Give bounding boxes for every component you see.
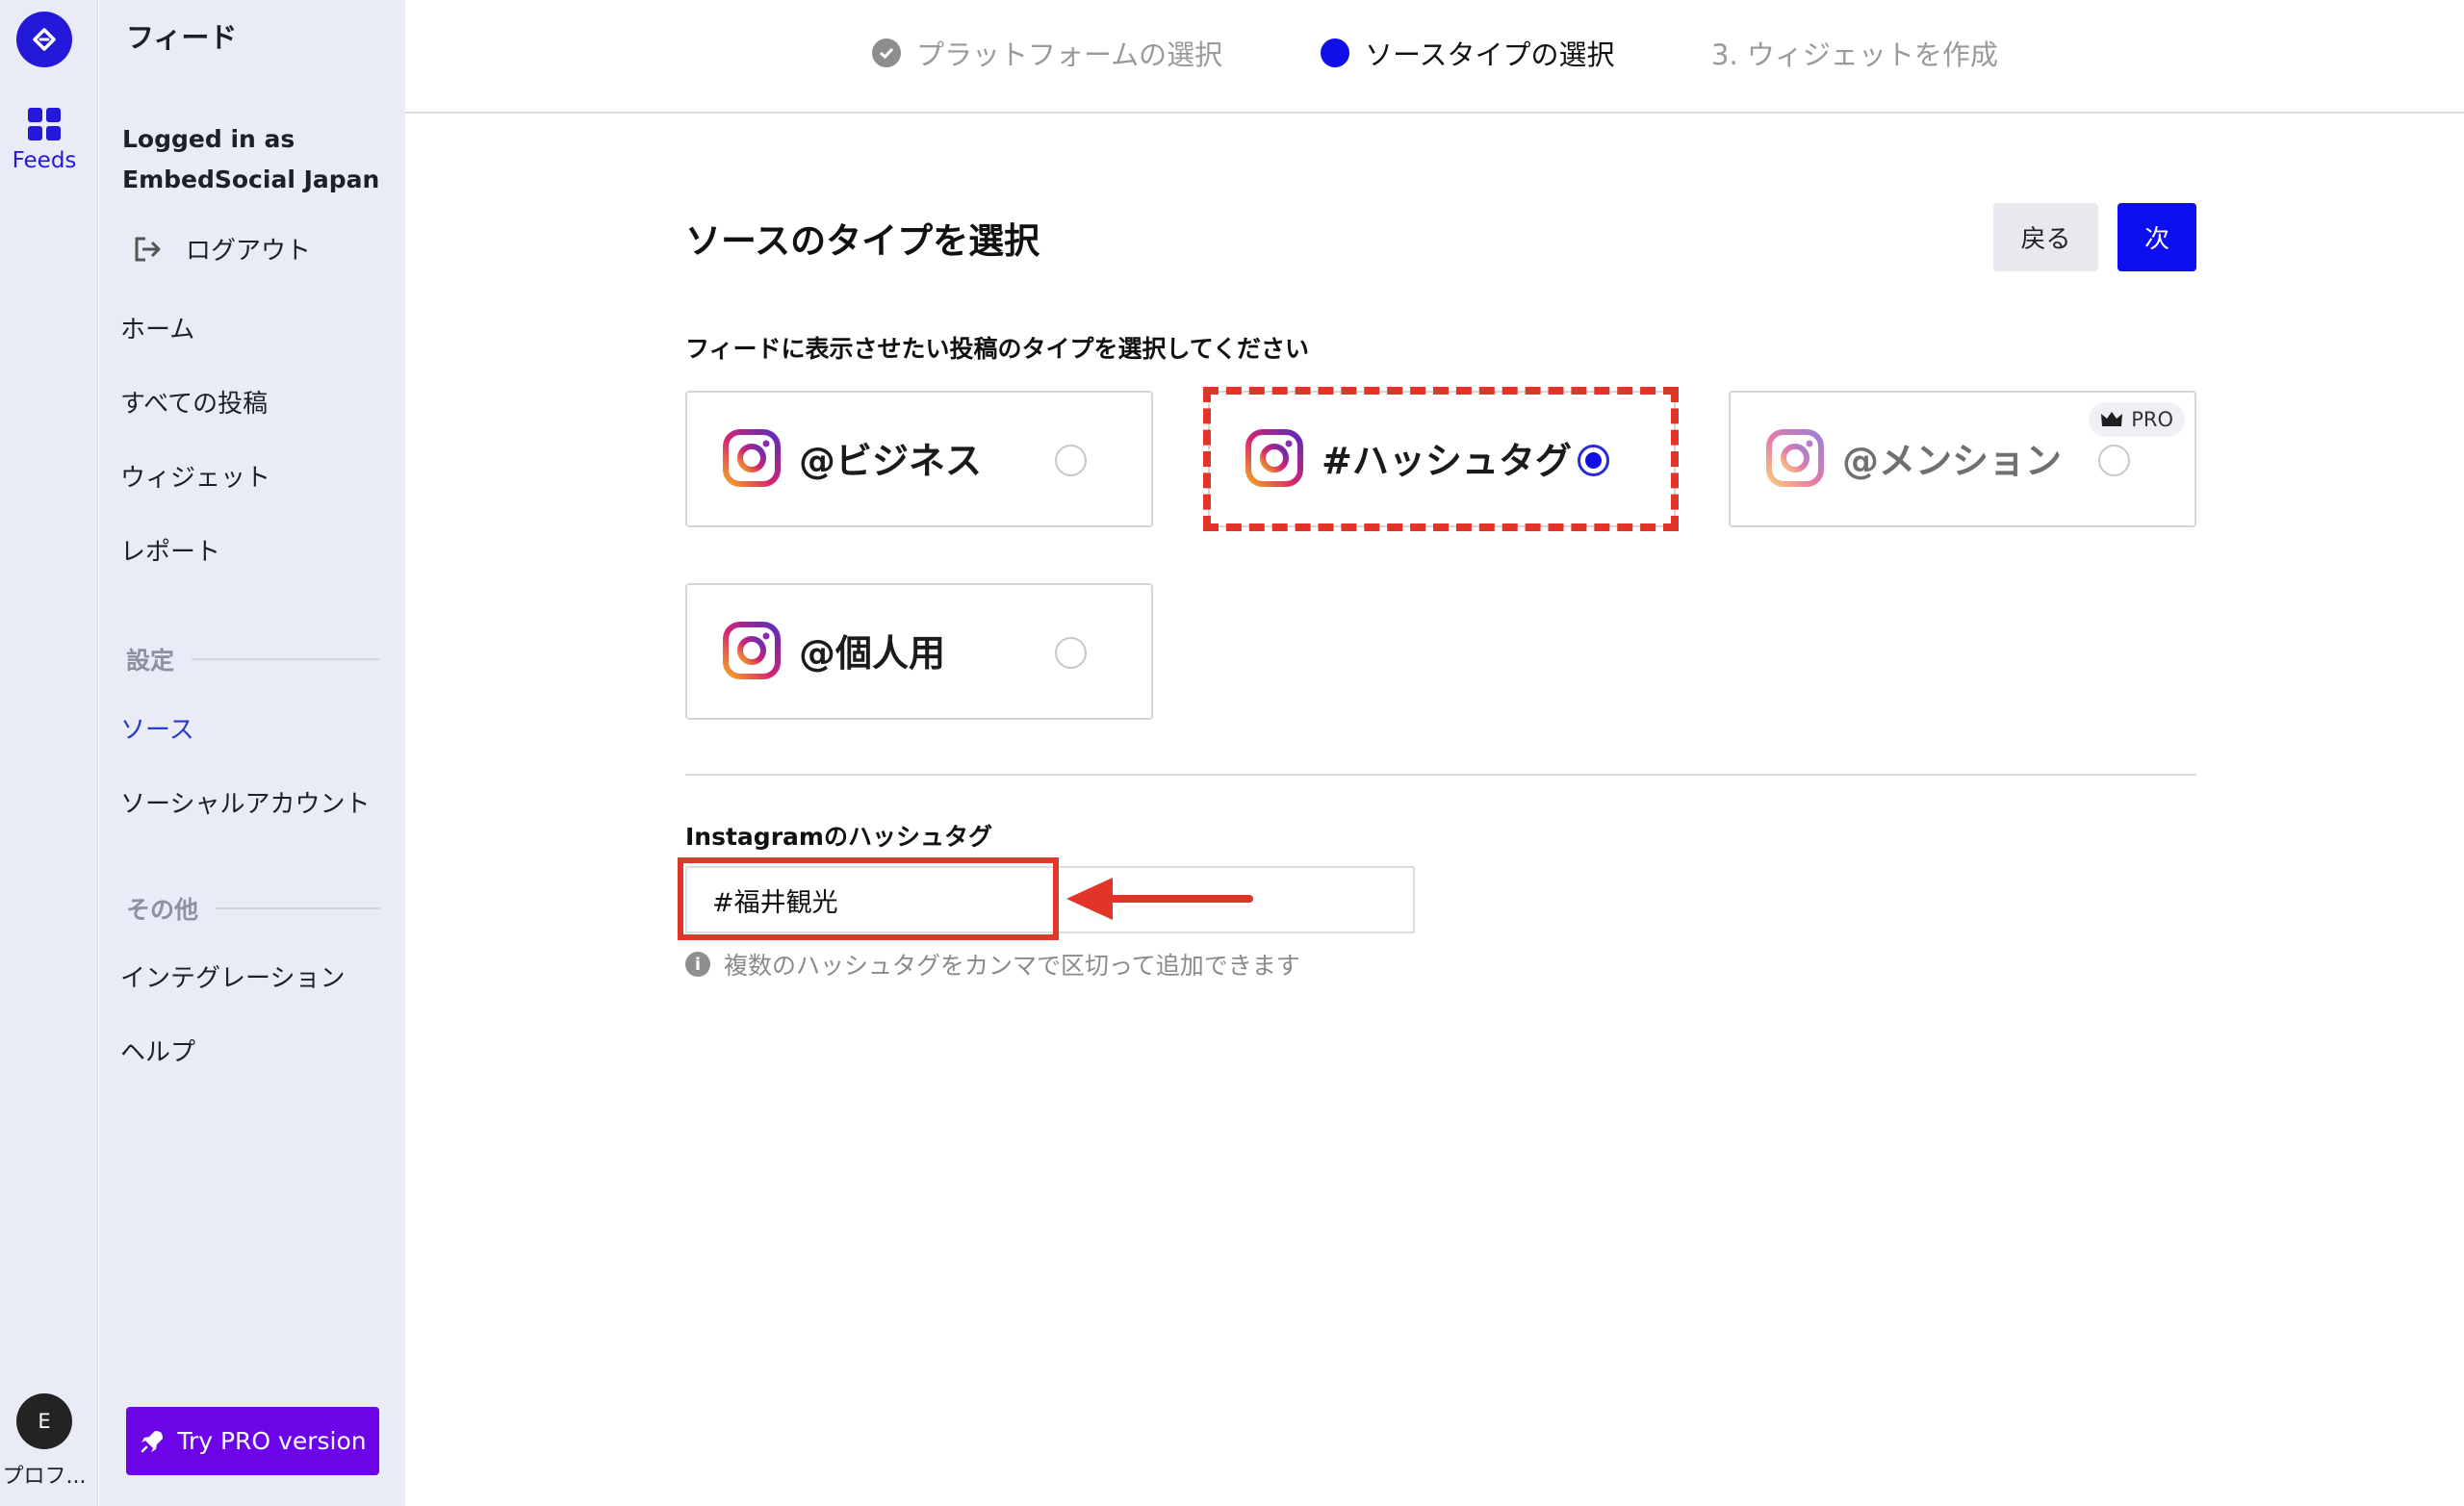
sidebar-item-widgets[interactable]: ウィジェット (120, 458, 270, 494)
icon-rail: Feeds E プロフ... (0, 0, 98, 1506)
step-source-type-label: ソースタイプの選択 (1365, 38, 1615, 71)
crown-icon (2101, 412, 2123, 426)
step-create-widget[interactable]: 3. ウィジェットを作成 (1711, 33, 1998, 73)
settings-header-label: 設定 (126, 647, 175, 675)
rail-feeds-label: Feeds (12, 148, 77, 173)
option-business-card[interactable]: @ビジネス (685, 391, 1153, 527)
try-pro-button[interactable]: Try PRO version (126, 1407, 379, 1475)
sidebar-item-home[interactable]: ホーム (120, 310, 194, 345)
hashtag-field-label: Instagramのハッシュタグ (685, 823, 992, 851)
instagram-icon (723, 429, 781, 487)
section-divider (685, 774, 2196, 776)
input-highlight-annotation (678, 857, 1059, 940)
active-step-dot-icon (1321, 38, 1349, 67)
sidebar-item-reports[interactable]: レポート (120, 532, 220, 568)
option-mention-radio[interactable] (2098, 445, 2130, 476)
sidebar-item-integrations[interactable]: インテグレーション (120, 958, 345, 994)
info-icon: i (685, 952, 710, 977)
source-type-subtitle: フィードに表示させたい投稿のタイプを選択してください (685, 335, 1310, 363)
settings-section-header: 設定 (126, 642, 380, 676)
option-business-radio[interactable] (1055, 445, 1087, 476)
logged-in-info: Logged in as EmbedSocial Japan (122, 119, 382, 200)
hashtag-highlight-annotation (1203, 387, 1679, 531)
pro-badge-label: PRO (2131, 408, 2173, 431)
other-header-label: その他 (126, 896, 199, 924)
option-personal-card[interactable]: @個人用 (685, 583, 1153, 720)
step-platform[interactable]: プラットフォームの選択 (872, 33, 1222, 73)
wizard-stepper: プラットフォームの選択 ソースタイプの選択 3. ウィジェットを作成 (405, 0, 2464, 114)
grid-icon (28, 108, 61, 140)
hashtag-hint-text: 複数のハッシュタグをカンマで区切って追加できます (724, 952, 1300, 980)
other-section-header: その他 (126, 891, 380, 926)
logout-link[interactable]: ログアウト (132, 231, 311, 267)
sidebar-item-sources[interactable]: ソース (120, 710, 194, 746)
avatar[interactable]: E (16, 1393, 72, 1449)
check-circle-icon (872, 38, 901, 67)
step-create-widget-label: 3. ウィジェットを作成 (1711, 38, 1998, 71)
arrow-left-icon (1066, 878, 1253, 920)
sidebar: フィード Logged in as EmbedSocial Japan ログアウ… (99, 0, 405, 1506)
option-personal-radio[interactable] (1055, 637, 1087, 669)
option-mention-card[interactable]: @メンション PRO (1729, 391, 2196, 527)
option-personal-label: @個人用 (799, 632, 946, 675)
logout-label: ログアウト (186, 237, 312, 266)
rocket-icon (141, 1430, 164, 1452)
sidebar-item-help[interactable]: ヘルプ (120, 1033, 195, 1068)
step-source-type[interactable]: ソースタイプの選択 (1321, 33, 1615, 73)
logged-in-account: EmbedSocial Japan (122, 166, 380, 193)
logged-in-line1: Logged in as (122, 125, 295, 153)
next-button[interactable]: 次 (2118, 203, 2196, 271)
sidebar-item-all-posts[interactable]: すべての投稿 (120, 384, 268, 420)
profile-label[interactable]: プロフ... (0, 1459, 89, 1490)
sidebar-title: フィード (126, 21, 238, 54)
hashtag-hint: i 複数のハッシュタグをカンマで区切って追加できます (685, 947, 1300, 982)
option-mention-label: @メンション (1842, 440, 2063, 482)
logout-icon (135, 237, 161, 261)
try-pro-label: Try PRO version (177, 1427, 367, 1455)
rail-item-feeds[interactable]: Feeds (0, 108, 89, 173)
sidebar-item-social-accounts[interactable]: ソーシャルアカウント (120, 784, 370, 820)
step-platform-label: プラットフォームの選択 (916, 38, 1223, 71)
back-button[interactable]: 戻る (1993, 203, 2098, 271)
app-logo-icon[interactable] (16, 12, 72, 67)
instagram-icon (723, 622, 781, 679)
option-business-label: @ビジネス (799, 440, 983, 482)
page-title: ソースのタイプを選択 (685, 220, 1040, 262)
instagram-icon (1766, 429, 1824, 487)
pro-badge: PRO (2089, 402, 2185, 437)
